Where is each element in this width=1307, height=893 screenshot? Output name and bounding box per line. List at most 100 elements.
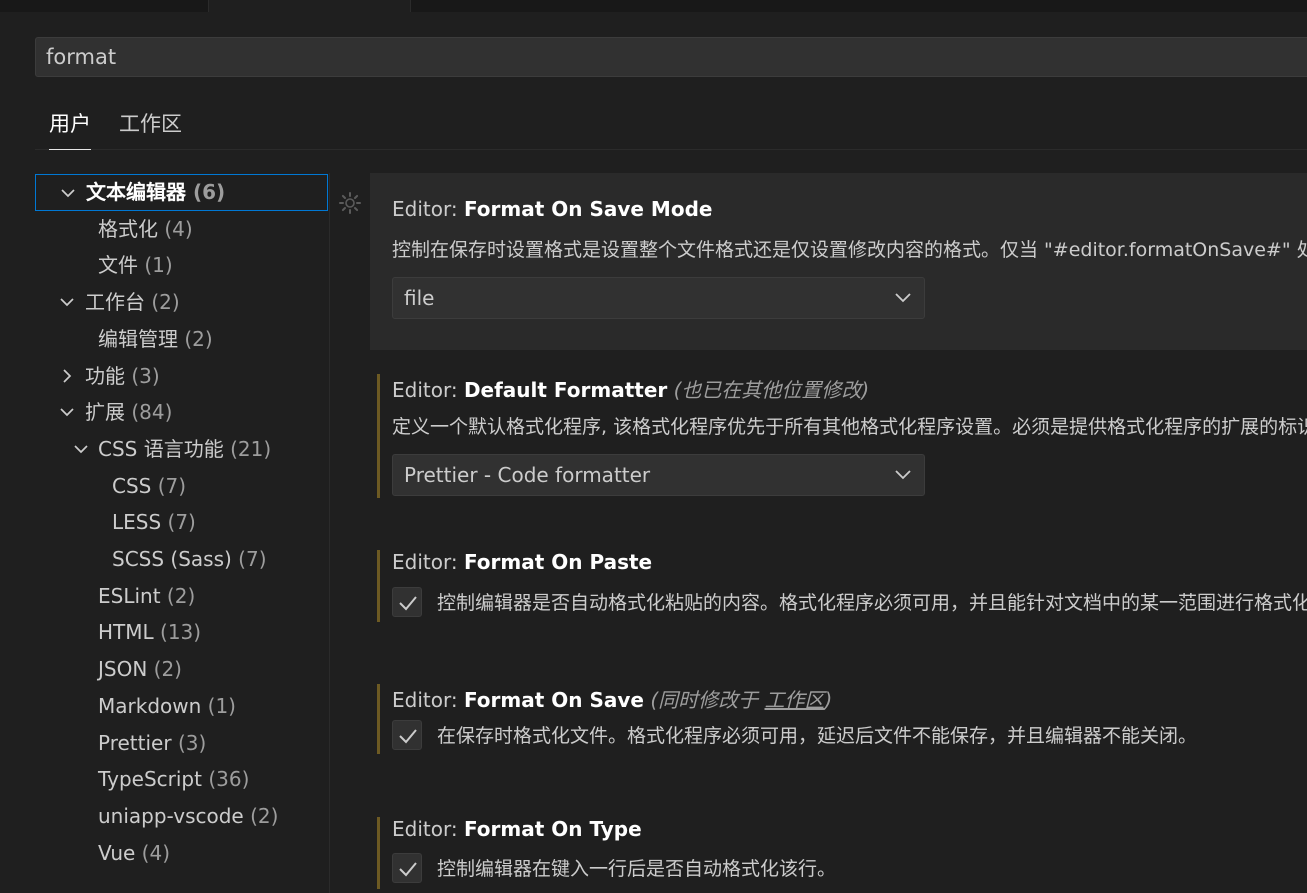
toc-item[interactable]: Prettier (3) [35, 725, 327, 761]
toc-item-count: (7) [167, 510, 196, 535]
toc-item-label: ESLint [98, 583, 161, 608]
toc-item[interactable]: 编辑管理 (2) [35, 321, 327, 357]
toc-item-count: (3) [177, 730, 207, 755]
toc-item-text: SCSS (Sass) (7) [112, 541, 267, 577]
toc-item-count: (36) [208, 767, 250, 792]
chevron-down-icon[interactable] [60, 175, 76, 211]
toc-item[interactable]: 功能 (3) [35, 358, 327, 394]
toc-item-label: Vue [98, 840, 136, 865]
toc-item-text: 工作台 (2) [85, 284, 180, 320]
gear-icon[interactable] [338, 191, 362, 215]
toc-item-count: (4) [141, 840, 171, 865]
setting-format-on-type: Editor: Format On Type 控制编辑器在键入一行后是否自动格式… [370, 817, 1307, 889]
settings-table-of-contents: 文本编辑器 (6) 格式化 (4) 文件 (1) 工作台 (2) 编辑管理 (2) 功能 … [35, 173, 329, 893]
toc-item-label: CSS 语言功能 [98, 436, 224, 461]
settings-editor-tab[interactable] [208, 0, 411, 12]
select-value: Prettier - Code formatter [404, 463, 651, 487]
workspace-link[interactable]: 工作区 [765, 688, 825, 712]
toc-item-text: uniapp-vscode (2) [98, 798, 278, 834]
chevron-right-icon[interactable] [59, 358, 75, 394]
toc-item[interactable]: 扩展 (84) [35, 394, 327, 430]
toc-item-text: HTML (13) [98, 614, 201, 650]
toc-item-label: CSS [112, 473, 152, 498]
setting-title: Editor: Format On Save Mode [392, 197, 712, 221]
toc-item[interactable]: 文本编辑器 (6) [35, 174, 328, 211]
setting-name: Format On Save [463, 688, 644, 712]
toc-item-text: 格式化 (4) [98, 211, 193, 247]
toc-item-count: (6) [192, 180, 226, 204]
toc-item-count: (13) [160, 620, 202, 645]
toc-item-label: HTML [98, 620, 154, 645]
toc-item-text: 扩展 (84) [85, 394, 172, 430]
default-formatter-select[interactable]: Prettier - Code formatter [392, 454, 925, 496]
setting-category: Editor: [392, 688, 464, 712]
toc-divider [329, 173, 330, 893]
toc-item-count: (21) [230, 436, 272, 461]
chevron-down-icon[interactable] [73, 431, 89, 467]
setting-name: Format On Save Mode [463, 197, 713, 221]
toc-item[interactable]: 工作台 (2) [35, 284, 327, 320]
toc-item-label: 编辑管理 [98, 326, 178, 351]
toc-item-text: TypeScript (36) [98, 761, 249, 797]
toc-item[interactable]: JSON (2) [35, 651, 327, 687]
setting-category: Editor: [392, 817, 464, 841]
toc-item-label: 扩展 [85, 400, 125, 425]
chevron-down-icon[interactable] [59, 394, 75, 430]
format-on-save-mode-select[interactable]: file [392, 277, 925, 319]
setting-format-on-save: Editor: Format On Save (同时修改于 工作区) 在保存时格… [370, 684, 1307, 754]
toc-item-text: 编辑管理 (2) [98, 321, 213, 357]
toc-item-text: 功能 (3) [85, 358, 160, 394]
toc-item[interactable]: TypeScript (36) [35, 761, 327, 797]
toc-item[interactable]: LESS (7) [35, 504, 327, 540]
toc-item[interactable]: Vue (4) [35, 835, 327, 871]
toc-item[interactable]: uniapp-vscode (2) [35, 798, 327, 834]
note-suffix: ) [824, 688, 833, 712]
setting-name: Format On Type [463, 817, 642, 841]
toc-item-count: (7) [238, 547, 267, 571]
toc-item-label: SCSS (Sass) [112, 547, 232, 571]
toc-item-text: 文件 (1) [98, 247, 173, 283]
toc-item[interactable]: 文件 (1) [35, 247, 327, 283]
setting-title: Editor: Format On Type [392, 817, 642, 841]
tab-user[interactable]: 用户 [49, 108, 91, 150]
modified-indicator [377, 817, 380, 889]
setting-modified-elsewhere-note[interactable]: (也已在其他位置修改) [674, 378, 870, 402]
tab-workspace[interactable]: 工作区 [119, 108, 182, 149]
setting-description: 控制在保存时设置格式是设置整个文件格式还是仅设置修改内容的格式。仅当 "#edi… [392, 239, 1307, 261]
format-on-paste-checkbox[interactable] [392, 587, 422, 617]
toc-item-count: (2) [153, 657, 182, 682]
toc-item-count: (2) [184, 326, 213, 351]
chevron-down-icon[interactable] [59, 284, 75, 320]
toc-item-count: (2) [151, 290, 180, 315]
toc-item[interactable]: 格式化 (4) [35, 211, 327, 247]
toc-item[interactable]: CSS (7) [35, 468, 327, 504]
setting-category: Editor: [392, 378, 464, 402]
toc-item-label: Prettier [98, 730, 172, 755]
toc-item-label: LESS [112, 510, 162, 535]
toc-item-text: CSS (7) [112, 468, 186, 504]
toc-item[interactable]: HTML (13) [35, 614, 327, 650]
modified-indicator [377, 550, 380, 622]
toc-item[interactable]: CSS 语言功能 (21) [35, 431, 327, 467]
setting-title: Editor: Default Formatter (也已在其他位置修改) [392, 374, 869, 403]
note-prefix: (同时修改于 [650, 688, 765, 712]
setting-description: 在保存时格式化文件。格式化程序必须可用，延迟后文件不能保存，并且编辑器不能关闭。 [437, 725, 1198, 747]
toc-item[interactable]: ESLint (2) [35, 578, 327, 614]
editor-tab-bar [0, 0, 1307, 12]
toc-item[interactable]: SCSS (Sass) (7) [35, 541, 327, 577]
toc-item-label: Markdown [98, 693, 202, 718]
toc-item-label: 格式化 [98, 216, 158, 241]
format-on-save-checkbox[interactable] [392, 720, 422, 750]
toc-item[interactable]: Markdown (1) [35, 688, 327, 724]
setting-description: 控制编辑器在键入一行后是否自动格式化该行。 [437, 858, 837, 880]
toc-item-count: (4) [164, 216, 193, 241]
check-icon [399, 596, 417, 611]
toc-item-text: Vue (4) [98, 835, 170, 871]
toc-item-label: 功能 [85, 363, 125, 388]
settings-search-input[interactable] [35, 37, 1307, 77]
format-on-type-checkbox[interactable] [392, 853, 422, 883]
setting-description: 定义一个默认格式化程序, 该格式化程序优先于所有其他格式化程序设置。必须是提供格… [392, 416, 1307, 438]
toc-item-label: uniapp-vscode [98, 803, 244, 828]
setting-category: Editor: [392, 550, 464, 574]
toc-item-count: (2) [250, 803, 279, 828]
